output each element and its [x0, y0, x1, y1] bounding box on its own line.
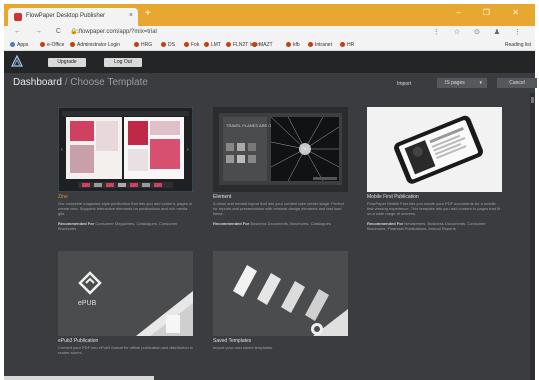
bookmark-label: Fok: [191, 42, 200, 48]
lock-icon: 🔒: [70, 29, 78, 35]
reading-list[interactable]: Reading list: [505, 42, 531, 48]
bookmark-icon: [204, 42, 209, 47]
url-field[interactable]: flowpaper.com/app/?mix=trial: [79, 29, 157, 35]
breadcrumb-dashboard[interactable]: Dashboard: [13, 77, 62, 88]
bookmark-item[interactable]: MAZT: [252, 42, 273, 48]
bookmark-icon: [226, 42, 231, 47]
template-title-epub3: ePub3 Publication: [58, 338, 99, 344]
template-desc-element: A clean and neutral layout that lets you…: [213, 201, 344, 216]
bookmark-label: MAZT: [259, 42, 273, 48]
bookmark-item[interactable]: Administrator Login: [70, 42, 120, 48]
bookmark-icon: [134, 42, 139, 47]
template-title-zine: Zine: [58, 194, 68, 200]
epub-logo-text: ePUB: [78, 300, 97, 307]
bookmark-label: Intranet: [315, 42, 332, 48]
bookmark-label: Apps: [17, 42, 29, 48]
template-desc-zine: Our complete magazine style publication …: [58, 201, 193, 216]
bookmark-item[interactable]: Fok: [184, 42, 199, 48]
template-recommended-element: Recommended For Business Documents, Broc…: [213, 221, 348, 226]
address-bar: ← → C ⌂ 🔒 flowpaper.com/app/?mix=trial ⋮…: [4, 26, 535, 40]
template-card-epub3[interactable]: ePUB ePub3 Publication Convert your PDF …: [58, 251, 193, 356]
bookmark-item[interactable]: e-Office: [40, 42, 64, 48]
bookmark-item[interactable]: Apps: [10, 42, 28, 48]
template-desc-mobile-first: FlowPaper Mobile First lets you create y…: [367, 201, 501, 216]
template-thumbnail-zine[interactable]: ‹ ›: [58, 107, 193, 192]
import-label: Import: [397, 81, 412, 87]
page-title-bar: Dashboard / Choose Template Import IS pa…: [4, 73, 535, 93]
scrollbar-thumb[interactable]: [531, 97, 534, 103]
browser-tab[interactable]: FlowPaper Desktop Publisher ×: [8, 8, 138, 26]
app-window: Upgrade Log Out Dashboard / Choose Templ…: [4, 51, 537, 380]
new-tab-button[interactable]: +: [145, 9, 151, 19]
bookmark-item[interactable]: Intranet: [308, 42, 332, 48]
breadcrumb-separator: /: [61, 77, 71, 88]
template-card-mobile-first[interactable]: Mobile First Publication FlowPaper Mobil…: [367, 107, 502, 242]
breadcrumb: Dashboard / Choose Template: [13, 77, 148, 88]
template-title-saved: Saved Templates: [213, 338, 252, 344]
import-select[interactable]: IS pages ▾: [437, 78, 487, 88]
template-card-element[interactable]: TRAVEL PLANES ARE GLOBAL ONES Element A …: [213, 107, 348, 237]
recommended-label: Recommended For: [213, 221, 250, 226]
bookmark-label: e-Office: [47, 42, 65, 48]
import-select-value: IS pages: [445, 80, 465, 86]
bookmark-icon: [40, 42, 45, 47]
bookmark-label: LMT: [211, 42, 221, 48]
tab-close-icon[interactable]: ×: [129, 12, 133, 19]
template-thumbnail-element[interactable]: TRAVEL PLANES ARE GLOBAL ONES: [213, 107, 348, 192]
template-desc-epub3: Convert your PDF into ePub3 format for o…: [58, 345, 193, 355]
logout-button[interactable]: Log Out: [104, 58, 142, 67]
bookmark-label: HR: [347, 42, 355, 48]
bookmark-item[interactable]: kfb: [286, 42, 300, 48]
template-card-zine[interactable]: ‹ › Zine Our complete magazine style pub…: [58, 107, 193, 237]
bookmark-icon: [286, 42, 291, 47]
bookmark-icon: [184, 42, 189, 47]
bookmark-item[interactable]: HRG: [134, 42, 152, 48]
template-card-saved[interactable]: Saved Templates Import your own saved te…: [213, 251, 348, 356]
bookmark-label: DS: [168, 42, 175, 48]
template-title-element: Element: [213, 194, 232, 200]
bookmark-icon: [161, 42, 166, 47]
scrollbar[interactable]: [530, 93, 535, 380]
favicon-icon: [14, 13, 22, 21]
horizontal-scrollbar[interactable]: [4, 376, 154, 380]
chevron-down-icon: ▾: [479, 80, 482, 86]
app-header: Upgrade Log Out: [4, 51, 535, 73]
template-thumbnail-saved[interactable]: [213, 251, 348, 336]
browser-toolbar-icons[interactable]: ⋮ ☆ ⊙ ♟ ⋮: [433, 28, 527, 36]
bookmark-item[interactable]: DS: [161, 42, 175, 48]
template-recommended-zine: Recommended For Consumer Magazines, Cata…: [58, 221, 193, 231]
template-recommended-mobile-first: Recommended For Newsletters, Business Do…: [367, 221, 502, 231]
cancel-button[interactable]: Cancel: [497, 78, 537, 88]
bookmark-label: HRG: [141, 42, 153, 48]
bookmark-label: Administrator Login: [77, 42, 121, 48]
bookmark-icon: [340, 42, 345, 47]
tab-title: FlowPaper Desktop Publisher: [26, 13, 106, 19]
bookmark-item[interactable]: HR: [340, 42, 354, 48]
bookmark-item[interactable]: LMT: [204, 42, 221, 48]
bookmark-label: kfb: [293, 42, 300, 48]
upgrade-button[interactable]: Upgrade: [48, 58, 86, 67]
template-thumbnail-epub3[interactable]: ePUB: [58, 251, 193, 336]
template-title-mobile-first: Mobile First Publication: [367, 194, 419, 200]
window-controls[interactable]: – ❐ ✕: [456, 8, 529, 17]
bookmark-icon: [308, 42, 313, 47]
flowpaper-logo-icon: [11, 54, 23, 67]
bookmark-icon: [70, 42, 75, 47]
browser-tab-bar: FlowPaper Desktop Publisher × + – ❐ ✕: [4, 4, 535, 26]
template-thumbnail-mobile-first[interactable]: [367, 107, 502, 192]
bookmarks-bar: Apps e-Office Administrator Login HRG DS Fok L…: [4, 40, 535, 51]
breadcrumb-current: Choose Template: [70, 77, 148, 88]
bookmark-icon: [10, 42, 15, 47]
recommended-value: Business Documents, Brochures, Catalogue…: [250, 221, 331, 226]
bookmark-icon: [252, 42, 257, 47]
template-desc-saved: Import your own saved templates.: [213, 345, 274, 350]
